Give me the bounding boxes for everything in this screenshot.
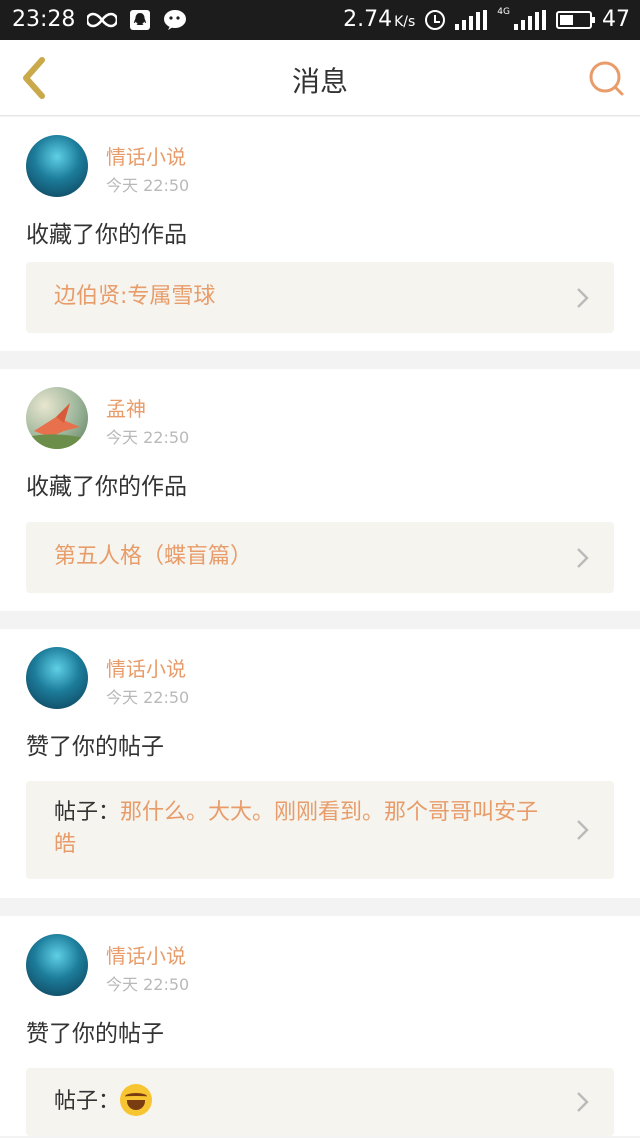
signal-bars-2-icon: [514, 9, 546, 30]
timestamp: 今天 22:50: [106, 975, 190, 994]
action-text: 赞了你的帖子: [26, 734, 164, 760]
battery-icon: [556, 10, 595, 29]
infinity-icon: [87, 12, 118, 27]
paper-crane-icon: [26, 403, 88, 449]
username[interactable]: 情话小说: [106, 653, 186, 682]
search-icon[interactable]: [586, 58, 626, 98]
post-prefix: 帖子：: [54, 1089, 121, 1114]
chevron-right-icon: [577, 547, 589, 568]
chevron-right-icon: [577, 820, 589, 840]
post-prefix: 帖子：: [54, 800, 121, 825]
message-item: 情话小说 今天 22:50 收藏了你的作品 边伯贤:专属雪球: [0, 117, 640, 351]
content-title: 边伯贤:专属雪球: [54, 284, 216, 309]
chevron-right-icon: [577, 1092, 589, 1112]
header: 消息: [0, 40, 640, 116]
message-item: 情话小说 今天 22:50 赞了你的帖子 帖子：那什么。大大。刚刚看到。那个哥哥…: [0, 629, 640, 898]
page-title: 消息: [291, 65, 348, 98]
tears-of-joy-emoji-icon: [120, 1084, 153, 1116]
content-title: 第五人格（蝶盲篇）: [54, 544, 253, 569]
username[interactable]: 情话小说: [106, 141, 186, 170]
message-item: 孟神 今天 22:50 收藏了你的作品 第五人格（蝶盲篇）: [0, 369, 640, 611]
qq-icon: [130, 9, 151, 30]
net-speed: 2.74 K/s: [343, 7, 416, 32]
post-text: 那什么。大大。刚刚看到。那个哥哥叫安子皓: [54, 800, 539, 857]
content-title: 帖子：: [54, 1084, 544, 1118]
action-text: 收藏了你的作品: [26, 474, 187, 500]
content-title: 帖子：那什么。大大。刚刚看到。那个哥哥叫安子皓: [54, 797, 544, 861]
network-type: 4G: [497, 6, 510, 17]
signal-bars-icon: [455, 9, 488, 30]
message-item: 情话小说 今天 22:50 赞了你的帖子 帖子：: [0, 916, 640, 1136]
avatar[interactable]: [26, 934, 88, 996]
status-time: 23:28: [12, 7, 76, 32]
action-text: 赞了你的帖子: [26, 1021, 164, 1047]
status-bar: 23:28 2.74 K/s 4G 47: [0, 0, 640, 40]
timestamp: 今天 22:50: [106, 428, 190, 447]
content-link[interactable]: 边伯贤:专属雪球: [26, 262, 614, 333]
content-link[interactable]: 帖子：那什么。大大。刚刚看到。那个哥哥叫安子皓: [26, 781, 614, 879]
wechat-icon: [164, 9, 187, 30]
message-list: 情话小说 今天 22:50 收藏了你的作品 边伯贤:专属雪球 孟神 今天 22:…: [0, 117, 640, 1136]
timestamp: 今天 22:50: [106, 176, 190, 195]
content-link[interactable]: 帖子：: [26, 1068, 614, 1136]
action-text: 收藏了你的作品: [26, 222, 187, 248]
content-link[interactable]: 第五人格（蝶盲篇）: [26, 522, 614, 593]
chevron-right-icon: [577, 287, 589, 308]
username[interactable]: 情话小说: [106, 940, 186, 969]
username[interactable]: 孟神: [106, 393, 146, 422]
battery-level: 47: [602, 7, 630, 32]
avatar[interactable]: [26, 647, 88, 709]
timestamp: 今天 22:50: [106, 688, 190, 707]
avatar[interactable]: [26, 387, 88, 449]
avatar[interactable]: [26, 135, 88, 197]
alarm-clock-icon: [425, 9, 446, 30]
